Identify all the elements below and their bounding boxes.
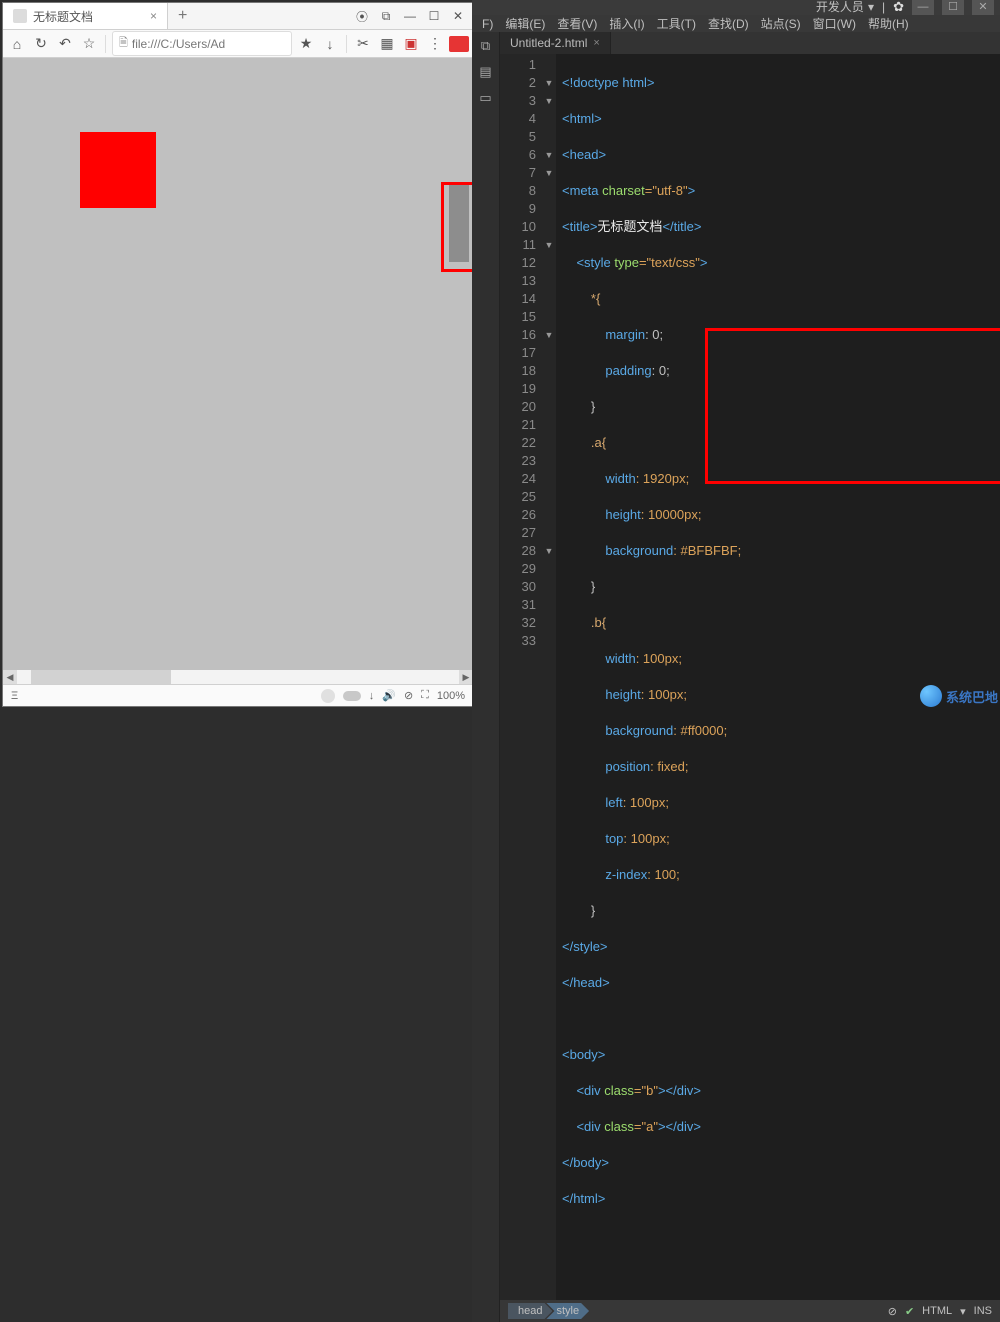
new-tab-button[interactable]: + (168, 7, 197, 25)
files-icon[interactable]: ▤ (477, 64, 495, 80)
crumb-head[interactable]: head (508, 1303, 552, 1319)
scroll-left-icon[interactable]: ◀ (3, 670, 17, 684)
error-icon[interactable]: ⊘ (888, 1305, 897, 1318)
maximize-icon[interactable]: ☐ (425, 7, 443, 25)
insert-mode: INS (974, 1305, 992, 1317)
home-icon[interactable]: ⌂ (7, 34, 27, 54)
menu-help[interactable]: 帮助(H) (864, 15, 913, 32)
browser-tab[interactable]: 无标题文档 × (3, 3, 168, 29)
star-icon[interactable]: ★ (296, 34, 316, 54)
browser-statusbar: Ξ ↓ 🔊 ⊘ ⛶ 100% (3, 684, 473, 706)
ide-titlebar: 开发人员 ▾ | ✿ — ☐ ✕ (472, 0, 1000, 15)
shield-icon[interactable]: ⊘ (404, 689, 413, 702)
ide-main: ⧉ ▤ ▭ Untitled-2.html × 1234567891011121… (472, 32, 1000, 1322)
separator (105, 35, 106, 53)
menu-tools[interactable]: 工具(T) (653, 15, 700, 32)
vertical-scrollbar-thumb[interactable] (449, 182, 469, 262)
down-icon[interactable]: ↓ (320, 34, 340, 54)
editor-area: Untitled-2.html × 1234567891011121314151… (500, 32, 1000, 1322)
file-tab-label: Untitled-2.html (510, 36, 587, 50)
separator (346, 35, 347, 53)
status-pill[interactable] (343, 691, 361, 701)
ide-minimize-icon[interactable]: — (912, 0, 934, 15)
menu-view[interactable]: 查看(V) (553, 15, 601, 32)
restore-icon[interactable]: ⧉ (377, 7, 395, 25)
tab-title: 无标题文档 (33, 8, 93, 25)
back-icon[interactable]: ↶ (55, 34, 75, 54)
close-tab-icon[interactable]: × (150, 9, 157, 23)
workspace-dropdown[interactable]: 开发人员 ▾ (816, 0, 874, 15)
scissors-icon[interactable]: ✂ (353, 34, 373, 54)
dom-icon[interactable]: ⧉ (477, 38, 495, 54)
ide-statusbar: head style ⊘ ✔ HTML ▾ INS (500, 1300, 1000, 1322)
ide-close-icon[interactable]: ✕ (972, 0, 994, 15)
close-window-icon[interactable]: ✕ (449, 7, 467, 25)
menu-edit[interactable]: 编辑(E) (501, 15, 549, 32)
chevron-down-icon: ▾ (868, 0, 874, 14)
page-viewport[interactable] (3, 58, 473, 670)
favorite-icon[interactable]: ☆ (79, 34, 99, 54)
grid-icon[interactable]: ▦ (377, 34, 397, 54)
crumb-style[interactable]: style (546, 1303, 589, 1319)
menu-insert[interactable]: 插入(I) (605, 15, 648, 32)
status-icon[interactable] (321, 689, 335, 703)
ide-window: 开发人员 ▾ | ✿ — ☐ ✕ F) 编辑(E) 查看(V) 插入(I) 工具… (472, 0, 1000, 707)
file-tab-row: Untitled-2.html × (500, 32, 1000, 54)
speaker-icon[interactable]: 🔊 (382, 689, 396, 702)
window-controls: ⦿ ⧉ — ☐ ✕ (353, 7, 473, 25)
menu-site[interactable]: 站点(S) (757, 15, 805, 32)
watermark-logo-icon (920, 685, 942, 707)
zoom-level[interactable]: 100% (437, 690, 465, 702)
download-icon[interactable]: ↓ (369, 690, 375, 702)
code-editor[interactable]: 1234567891011121314151617181920212223242… (500, 54, 1000, 1300)
menu-find[interactable]: 查找(D) (704, 15, 753, 32)
browser-window: 无标题文档 × + ⦿ ⧉ — ☐ ✕ ⌂ ↻ ↶ ☆ 🗎 file:///C:… (2, 2, 474, 707)
lock-icon: 🗎 (119, 34, 128, 53)
reload-icon[interactable]: ↻ (31, 34, 51, 54)
url-text: file:///C:/Users/Ad (132, 37, 225, 51)
ide-menubar: F) 编辑(E) 查看(V) 插入(I) 工具(T) 查找(D) 站点(S) 窗… (472, 15, 1000, 32)
check-icon[interactable]: ✔ (905, 1305, 914, 1318)
assets-icon[interactable]: ▭ (477, 90, 495, 106)
separator: | (882, 0, 885, 14)
watermark: 系统巴地 (920, 685, 998, 707)
file-icon (13, 9, 27, 23)
watermark-text: 系统巴地 (946, 687, 998, 706)
line-gutter: 1234567891011121314151617181920212223242… (500, 54, 542, 1300)
close-file-icon[interactable]: × (593, 37, 599, 49)
minimize-icon[interactable]: — (401, 7, 419, 25)
menu-icon[interactable]: ⦿ (353, 7, 371, 25)
code-body[interactable]: <!doctype html> <html> <head> <meta char… (556, 54, 1000, 1300)
status-menu-icon[interactable]: Ξ (11, 690, 18, 702)
more-icon[interactable]: ⋮ (425, 34, 445, 54)
extension-icon[interactable]: ▣ (401, 34, 421, 54)
language-label[interactable]: HTML (922, 1305, 952, 1317)
scroll-track[interactable] (17, 670, 459, 684)
horizontal-scrollbar[interactable]: ◀ ▶ (3, 670, 473, 684)
ide-maximize-icon[interactable]: ☐ (942, 0, 964, 15)
breadcrumb: head style (508, 1303, 589, 1319)
tab-strip: 无标题文档 × + ⦿ ⧉ — ☐ ✕ (3, 3, 473, 30)
address-bar: ⌂ ↻ ↶ ☆ 🗎 file:///C:/Users/Ad ★ ↓ ✂ ▦ ▣ … (3, 30, 473, 58)
red-box-element (80, 132, 156, 208)
menu-file[interactable]: F) (478, 17, 497, 31)
file-tab[interactable]: Untitled-2.html × (500, 32, 611, 54)
scroll-right-icon[interactable]: ▶ (459, 670, 473, 684)
fullscreen-icon[interactable]: ⛶ (421, 689, 429, 702)
horizontal-scrollbar-thumb[interactable] (31, 670, 171, 684)
red-extension-icon[interactable] (449, 36, 469, 52)
chevron-down-icon[interactable]: ▾ (960, 1305, 966, 1318)
ide-toolrail: ⧉ ▤ ▭ (472, 32, 500, 1322)
fold-column: ▼▼▼▼▼▼▼ (542, 54, 556, 1300)
url-input[interactable]: 🗎 file:///C:/Users/Ad (112, 31, 292, 56)
menu-window[interactable]: 窗口(W) (809, 15, 860, 32)
gear-icon[interactable]: ✿ (893, 0, 904, 15)
